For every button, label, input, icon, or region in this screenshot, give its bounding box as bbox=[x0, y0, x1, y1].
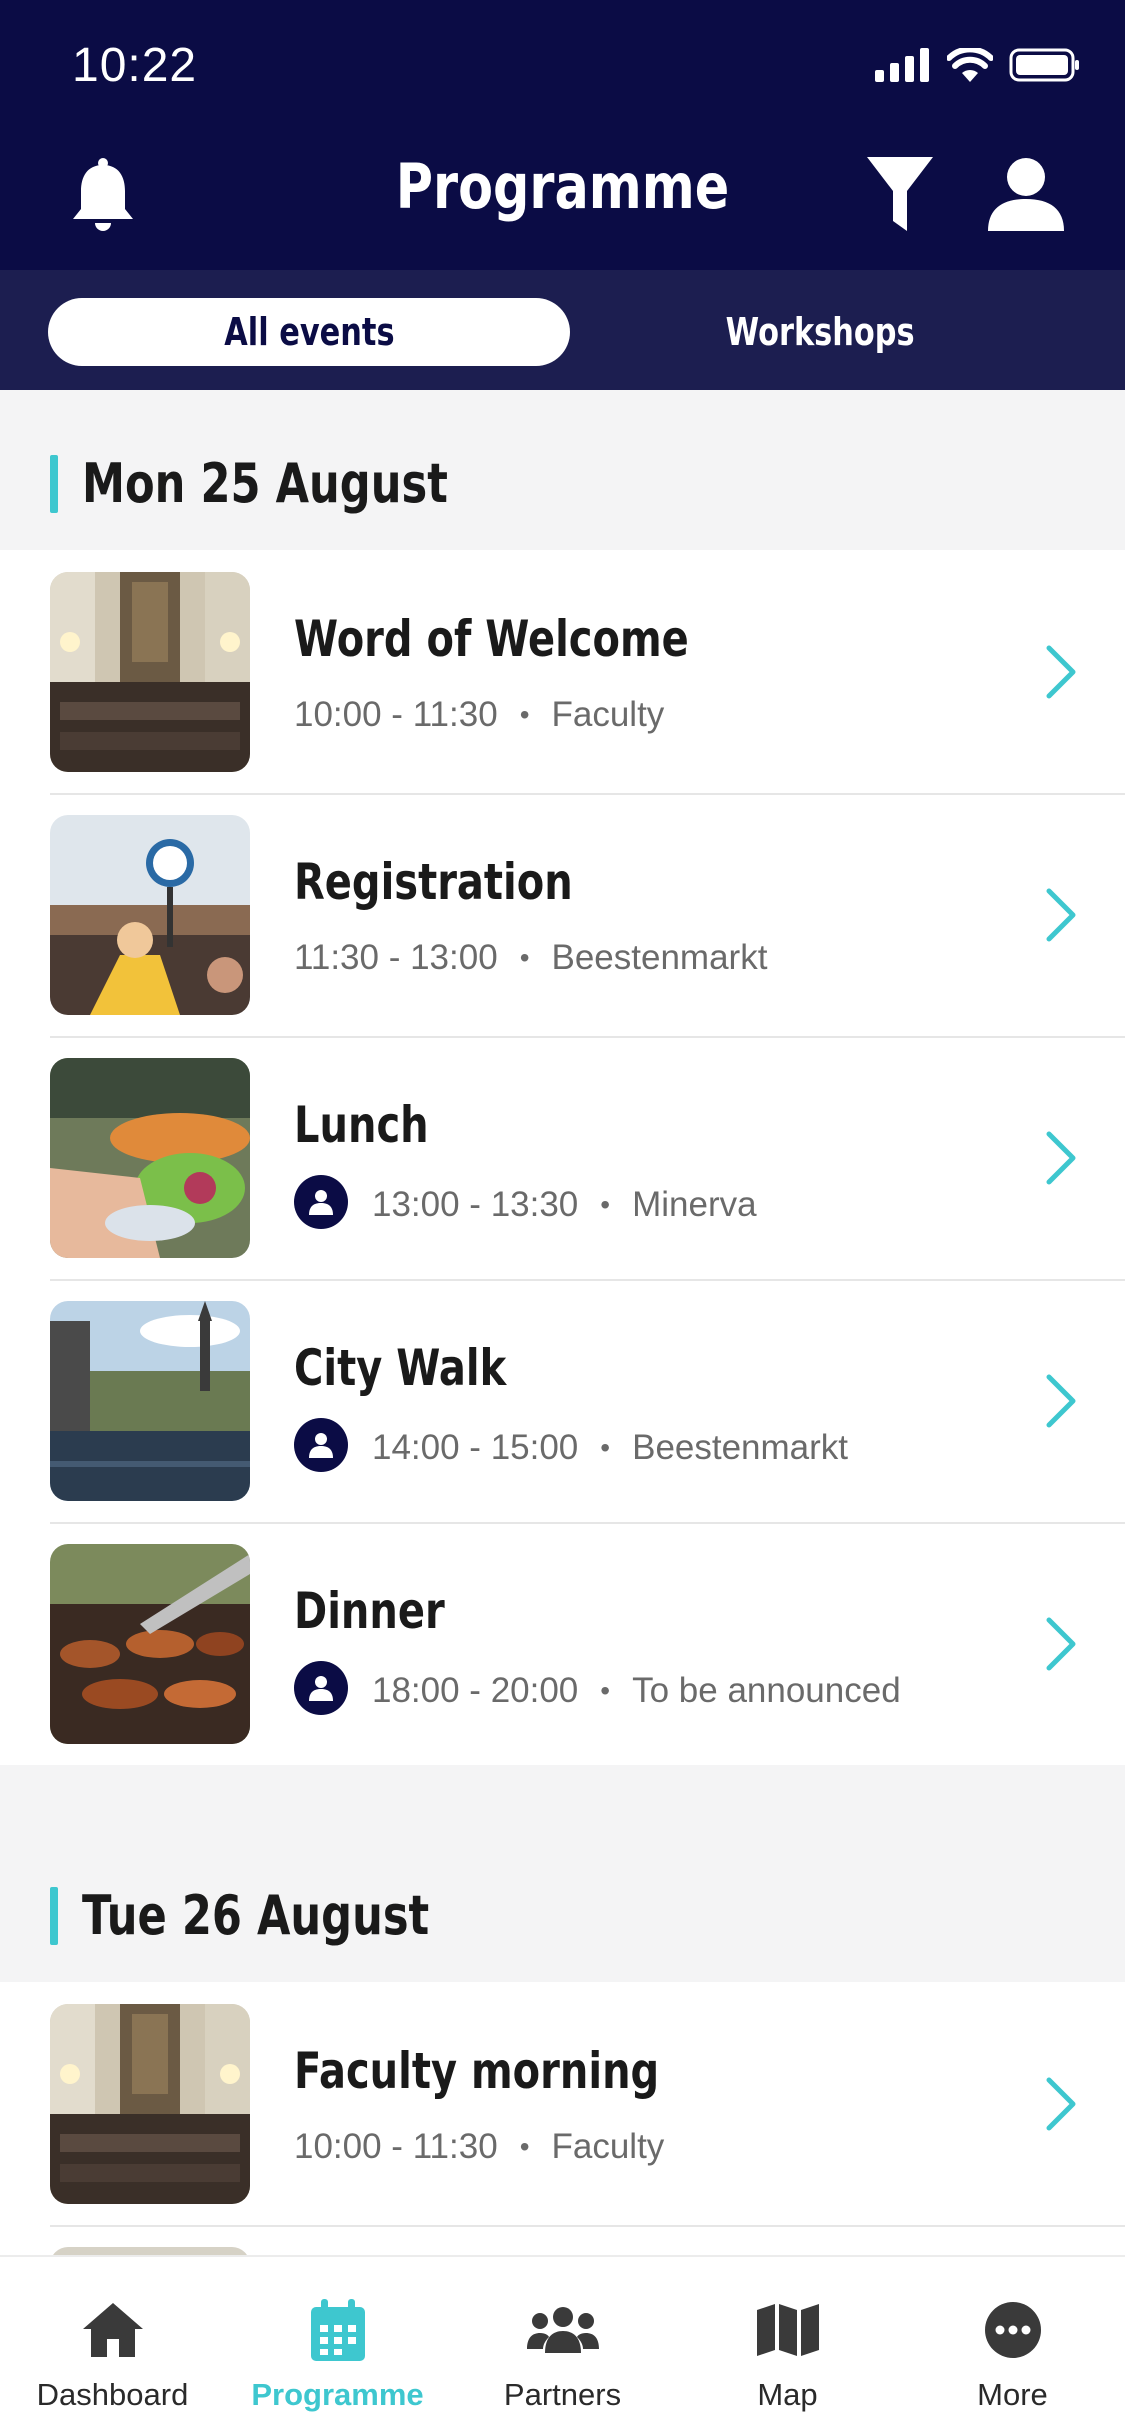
event-title: Lunch bbox=[294, 1096, 429, 1154]
bottom-nav: Dashboard Programme Partners Map More bbox=[0, 2255, 1125, 2436]
signal-icon bbox=[875, 48, 929, 82]
event-time: 13:00 - 13:30 bbox=[372, 1185, 579, 1224]
chevron-right-icon bbox=[1046, 888, 1076, 942]
day-header: Tue 26 August bbox=[0, 1822, 1125, 1982]
event-time: 11:30 - 13:00 bbox=[294, 938, 498, 977]
day-title: Mon 25 August bbox=[82, 452, 448, 515]
event-location: Beestenmarkt bbox=[551, 938, 768, 977]
separator-dot: • bbox=[600, 1675, 611, 1706]
day-accent-bar bbox=[50, 1887, 58, 1945]
event-location: Faculty bbox=[551, 695, 665, 734]
nav-label: Dashboard bbox=[36, 2377, 189, 2412]
people-icon bbox=[526, 2307, 599, 2353]
event-thumbnail bbox=[50, 572, 250, 772]
separator-dot: • bbox=[519, 699, 530, 730]
event-title: Word of Welcome bbox=[294, 610, 689, 668]
event-title: Faculty morning bbox=[294, 2042, 660, 2100]
chevron-right-icon bbox=[1046, 645, 1076, 699]
calendar-icon bbox=[310, 2299, 365, 2361]
event-thumbnail bbox=[50, 1301, 250, 1501]
event-location: Minerva bbox=[632, 1185, 757, 1224]
event-tabs: All events Workshops bbox=[0, 270, 1125, 390]
person-icon bbox=[294, 1418, 348, 1472]
separator-dot: • bbox=[600, 1189, 611, 1220]
person-icon bbox=[294, 1661, 348, 1715]
event-meta: 18:00 - 20:00 • To be announced bbox=[294, 1661, 901, 1715]
nav-map[interactable]: Map bbox=[675, 2257, 900, 2436]
nav-partners[interactable]: Partners bbox=[450, 2257, 675, 2436]
separator-dot: • bbox=[600, 1432, 611, 1463]
event-time: 10:00 - 11:30 bbox=[294, 695, 498, 734]
wifi-icon bbox=[947, 48, 993, 82]
event-item[interactable]: Word of Welcome 10:00 - 11:30 • Faculty bbox=[0, 550, 1125, 793]
nav-more[interactable]: More bbox=[900, 2257, 1125, 2436]
event-meta: 11:30 - 13:00 • Beestenmarkt bbox=[294, 938, 767, 978]
event-item-partial[interactable] bbox=[0, 2225, 1125, 2255]
nav-programme[interactable]: Programme bbox=[225, 2257, 450, 2436]
day-accent-bar bbox=[50, 455, 58, 513]
nav-label: Programme bbox=[251, 2377, 424, 2412]
chevron-right-icon bbox=[1046, 1131, 1076, 1185]
nav-dashboard[interactable]: Dashboard bbox=[0, 2257, 225, 2436]
event-title: City Walk bbox=[294, 1339, 507, 1397]
event-location: Faculty bbox=[551, 2127, 665, 2166]
filter-button[interactable] bbox=[855, 150, 945, 240]
status-time: 10:22 bbox=[72, 39, 198, 92]
event-meta: 10:00 - 11:30 • Faculty bbox=[294, 695, 664, 735]
app-header: 10:22 Programme bbox=[0, 0, 1125, 270]
status-icons bbox=[875, 48, 1081, 82]
event-list: Word of Welcome 10:00 - 11:30 • Faculty … bbox=[0, 550, 1125, 1765]
user-icon bbox=[988, 158, 1064, 231]
event-meta: 10:00 - 11:30 • Faculty bbox=[294, 2127, 664, 2167]
chevron-right-icon bbox=[1046, 1617, 1076, 1671]
tab-all-events[interactable]: All events bbox=[48, 298, 570, 366]
day-header: Mon 25 August bbox=[0, 390, 1125, 550]
tab-workshops[interactable]: Workshops bbox=[570, 298, 1070, 366]
event-item[interactable]: Faculty morning 10:00 - 11:30 • Faculty bbox=[0, 1982, 1125, 2225]
event-location: To be announced bbox=[632, 1671, 901, 1710]
separator-dot: • bbox=[519, 942, 530, 973]
chevron-right-icon bbox=[1046, 1374, 1076, 1428]
event-meta: 14:00 - 15:00 • Beestenmarkt bbox=[294, 1418, 849, 1472]
day-title: Tue 26 August bbox=[82, 1884, 430, 1947]
event-time: 14:00 - 15:00 bbox=[372, 1428, 579, 1467]
map-icon bbox=[756, 2304, 819, 2356]
chevron-right-icon bbox=[1046, 2077, 1076, 2131]
more-icon bbox=[984, 2302, 1041, 2358]
battery-icon bbox=[1009, 48, 1079, 82]
event-item[interactable]: Lunch 13:00 - 13:30 • Minerva bbox=[0, 1036, 1125, 1279]
event-title: Dinner bbox=[294, 1582, 445, 1640]
profile-button[interactable] bbox=[981, 150, 1071, 240]
event-time: 18:00 - 20:00 bbox=[372, 1671, 579, 1710]
nav-label: Partners bbox=[503, 2377, 622, 2412]
event-thumbnail bbox=[50, 2004, 250, 2204]
event-thumbnail bbox=[50, 1544, 250, 1744]
event-item[interactable]: City Walk 14:00 - 15:00 • Beestenmarkt bbox=[0, 1279, 1125, 1522]
event-list: Faculty morning 10:00 - 11:30 • Faculty bbox=[0, 1982, 1125, 2255]
event-title: Registration bbox=[294, 853, 573, 911]
event-item[interactable]: Dinner 18:00 - 20:00 • To be announced bbox=[0, 1522, 1125, 1765]
person-icon bbox=[294, 1175, 348, 1229]
event-time: 10:00 - 11:30 bbox=[294, 2127, 498, 2166]
event-thumbnail bbox=[50, 2247, 250, 2255]
home-icon bbox=[82, 2303, 143, 2357]
event-thumbnail bbox=[50, 1058, 250, 1258]
event-location: Beestenmarkt bbox=[632, 1428, 849, 1467]
nav-label: Map bbox=[757, 2377, 818, 2412]
separator-dot: • bbox=[519, 2131, 530, 2162]
filter-icon bbox=[867, 157, 933, 231]
event-thumbnail bbox=[50, 815, 250, 1015]
nav-label: More bbox=[977, 2377, 1048, 2412]
event-item[interactable]: Registration 11:30 - 13:00 • Beestenmark… bbox=[0, 793, 1125, 1036]
event-meta: 13:00 - 13:30 • Minerva bbox=[294, 1175, 757, 1229]
